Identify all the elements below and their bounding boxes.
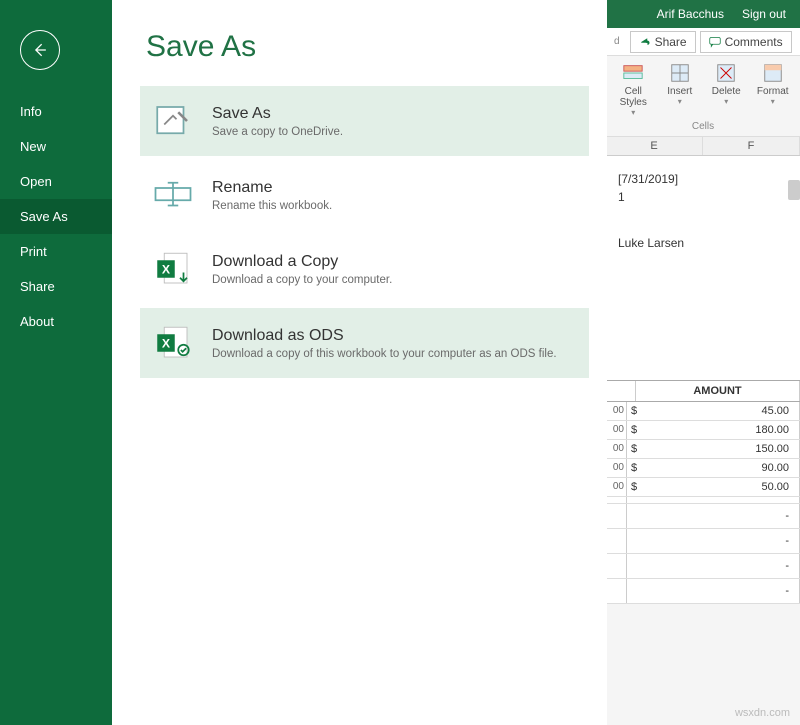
share-button[interactable]: Share: [630, 31, 696, 53]
table-row[interactable]: 00$180.00: [606, 421, 800, 440]
table-row[interactable]: 00$45.00: [606, 402, 800, 421]
ribbon-cells-group: Cell Styles▾ Insert▾ Delete▾ Format▾: [606, 56, 800, 119]
cell-name[interactable]: Luke Larsen: [606, 206, 800, 260]
comments-button[interactable]: Comments: [700, 31, 792, 53]
option-desc: Rename this workbook.: [212, 200, 332, 212]
option-desc: Download a copy to your computer.: [212, 274, 392, 286]
option-title: Download as ODS: [212, 327, 557, 345]
nav-print[interactable]: Print: [0, 234, 112, 269]
table-row[interactable]: [606, 497, 800, 504]
ods-download-icon: X: [152, 322, 194, 364]
user-name[interactable]: Arif Bacchus: [657, 7, 724, 21]
title-bar: Arif Bacchus Sign out: [643, 0, 800, 28]
nav-about[interactable]: About: [0, 304, 112, 339]
backstage-sidebar: Info New Open Save As Print Share About: [0, 0, 112, 725]
svg-text:X: X: [162, 336, 171, 350]
arrow-left-icon: [30, 40, 50, 60]
insert-button[interactable]: Insert▾: [658, 62, 702, 117]
worksheet-background: d Share Comments Cell Styles▾ Insert▾ De…: [605, 0, 800, 725]
option-save-as[interactable]: Save As Save a copy to OneDrive.: [140, 86, 589, 156]
option-desc: Download a copy of this workbook to your…: [212, 348, 557, 360]
backstage-main: Save As Save As Save a copy to OneDrive.…: [112, 0, 607, 725]
cell-styles-button[interactable]: Cell Styles▾: [611, 62, 655, 117]
sign-out-link[interactable]: Sign out: [742, 7, 786, 21]
comment-icon: [709, 36, 721, 48]
table-row[interactable]: 00$50.00: [606, 478, 800, 497]
share-icon: [639, 36, 651, 48]
svg-text:X: X: [162, 262, 171, 276]
table-row[interactable]: -: [606, 529, 800, 554]
insert-cells-icon: [669, 62, 691, 84]
ribbon-group-label: Cells: [606, 119, 800, 137]
format-button[interactable]: Format▾: [751, 62, 795, 117]
page-title: Save As: [146, 30, 589, 64]
table-row[interactable]: -: [606, 579, 800, 604]
watermark: wsxdn.com: [735, 707, 790, 719]
col-header-e[interactable]: E: [606, 137, 703, 155]
save-as-icon: [152, 100, 194, 142]
nav-open[interactable]: Open: [0, 164, 112, 199]
format-cells-icon: [762, 62, 784, 84]
option-download-copy[interactable]: X Download a Copy Download a copy to you…: [140, 234, 589, 304]
column-headers[interactable]: E F: [606, 137, 800, 156]
worksheet[interactable]: E F [7/31/2019] 1 Luke Larsen AMOUNT 00$…: [606, 137, 800, 604]
table-row[interactable]: 00$150.00: [606, 440, 800, 459]
col-header-f[interactable]: F: [703, 137, 800, 155]
nav-share[interactable]: Share: [0, 269, 112, 304]
cell-date[interactable]: [7/31/2019]: [606, 170, 800, 188]
vertical-scrollbar[interactable]: [788, 180, 800, 200]
ribbon-collab-row: d Share Comments: [606, 28, 800, 56]
delete-button[interactable]: Delete▾: [704, 62, 748, 117]
cell-styles-icon: [622, 62, 644, 84]
rename-icon: [152, 174, 194, 216]
option-desc: Save a copy to OneDrive.: [212, 126, 343, 138]
option-title: Save As: [212, 105, 343, 123]
amount-table: AMOUNT 00$45.00 00$180.00 00$150.00 00$9…: [606, 380, 800, 604]
excel-download-icon: X: [152, 248, 194, 290]
nav-new[interactable]: New: [0, 129, 112, 164]
nav-info[interactable]: Info: [0, 94, 112, 129]
table-row[interactable]: -: [606, 554, 800, 579]
option-rename[interactable]: Rename Rename this workbook.: [140, 160, 589, 230]
back-button[interactable]: [20, 30, 60, 70]
option-download-ods[interactable]: X Download as ODS Download a copy of thi…: [140, 308, 589, 378]
nav-save-as[interactable]: Save As: [0, 199, 112, 234]
table-row[interactable]: 00$90.00: [606, 459, 800, 478]
option-title: Download a Copy: [212, 253, 392, 271]
option-title: Rename: [212, 179, 332, 197]
delete-cells-icon: [715, 62, 737, 84]
cell-number[interactable]: 1: [606, 188, 800, 206]
amount-header[interactable]: AMOUNT: [636, 381, 800, 401]
table-row[interactable]: -: [606, 504, 800, 529]
